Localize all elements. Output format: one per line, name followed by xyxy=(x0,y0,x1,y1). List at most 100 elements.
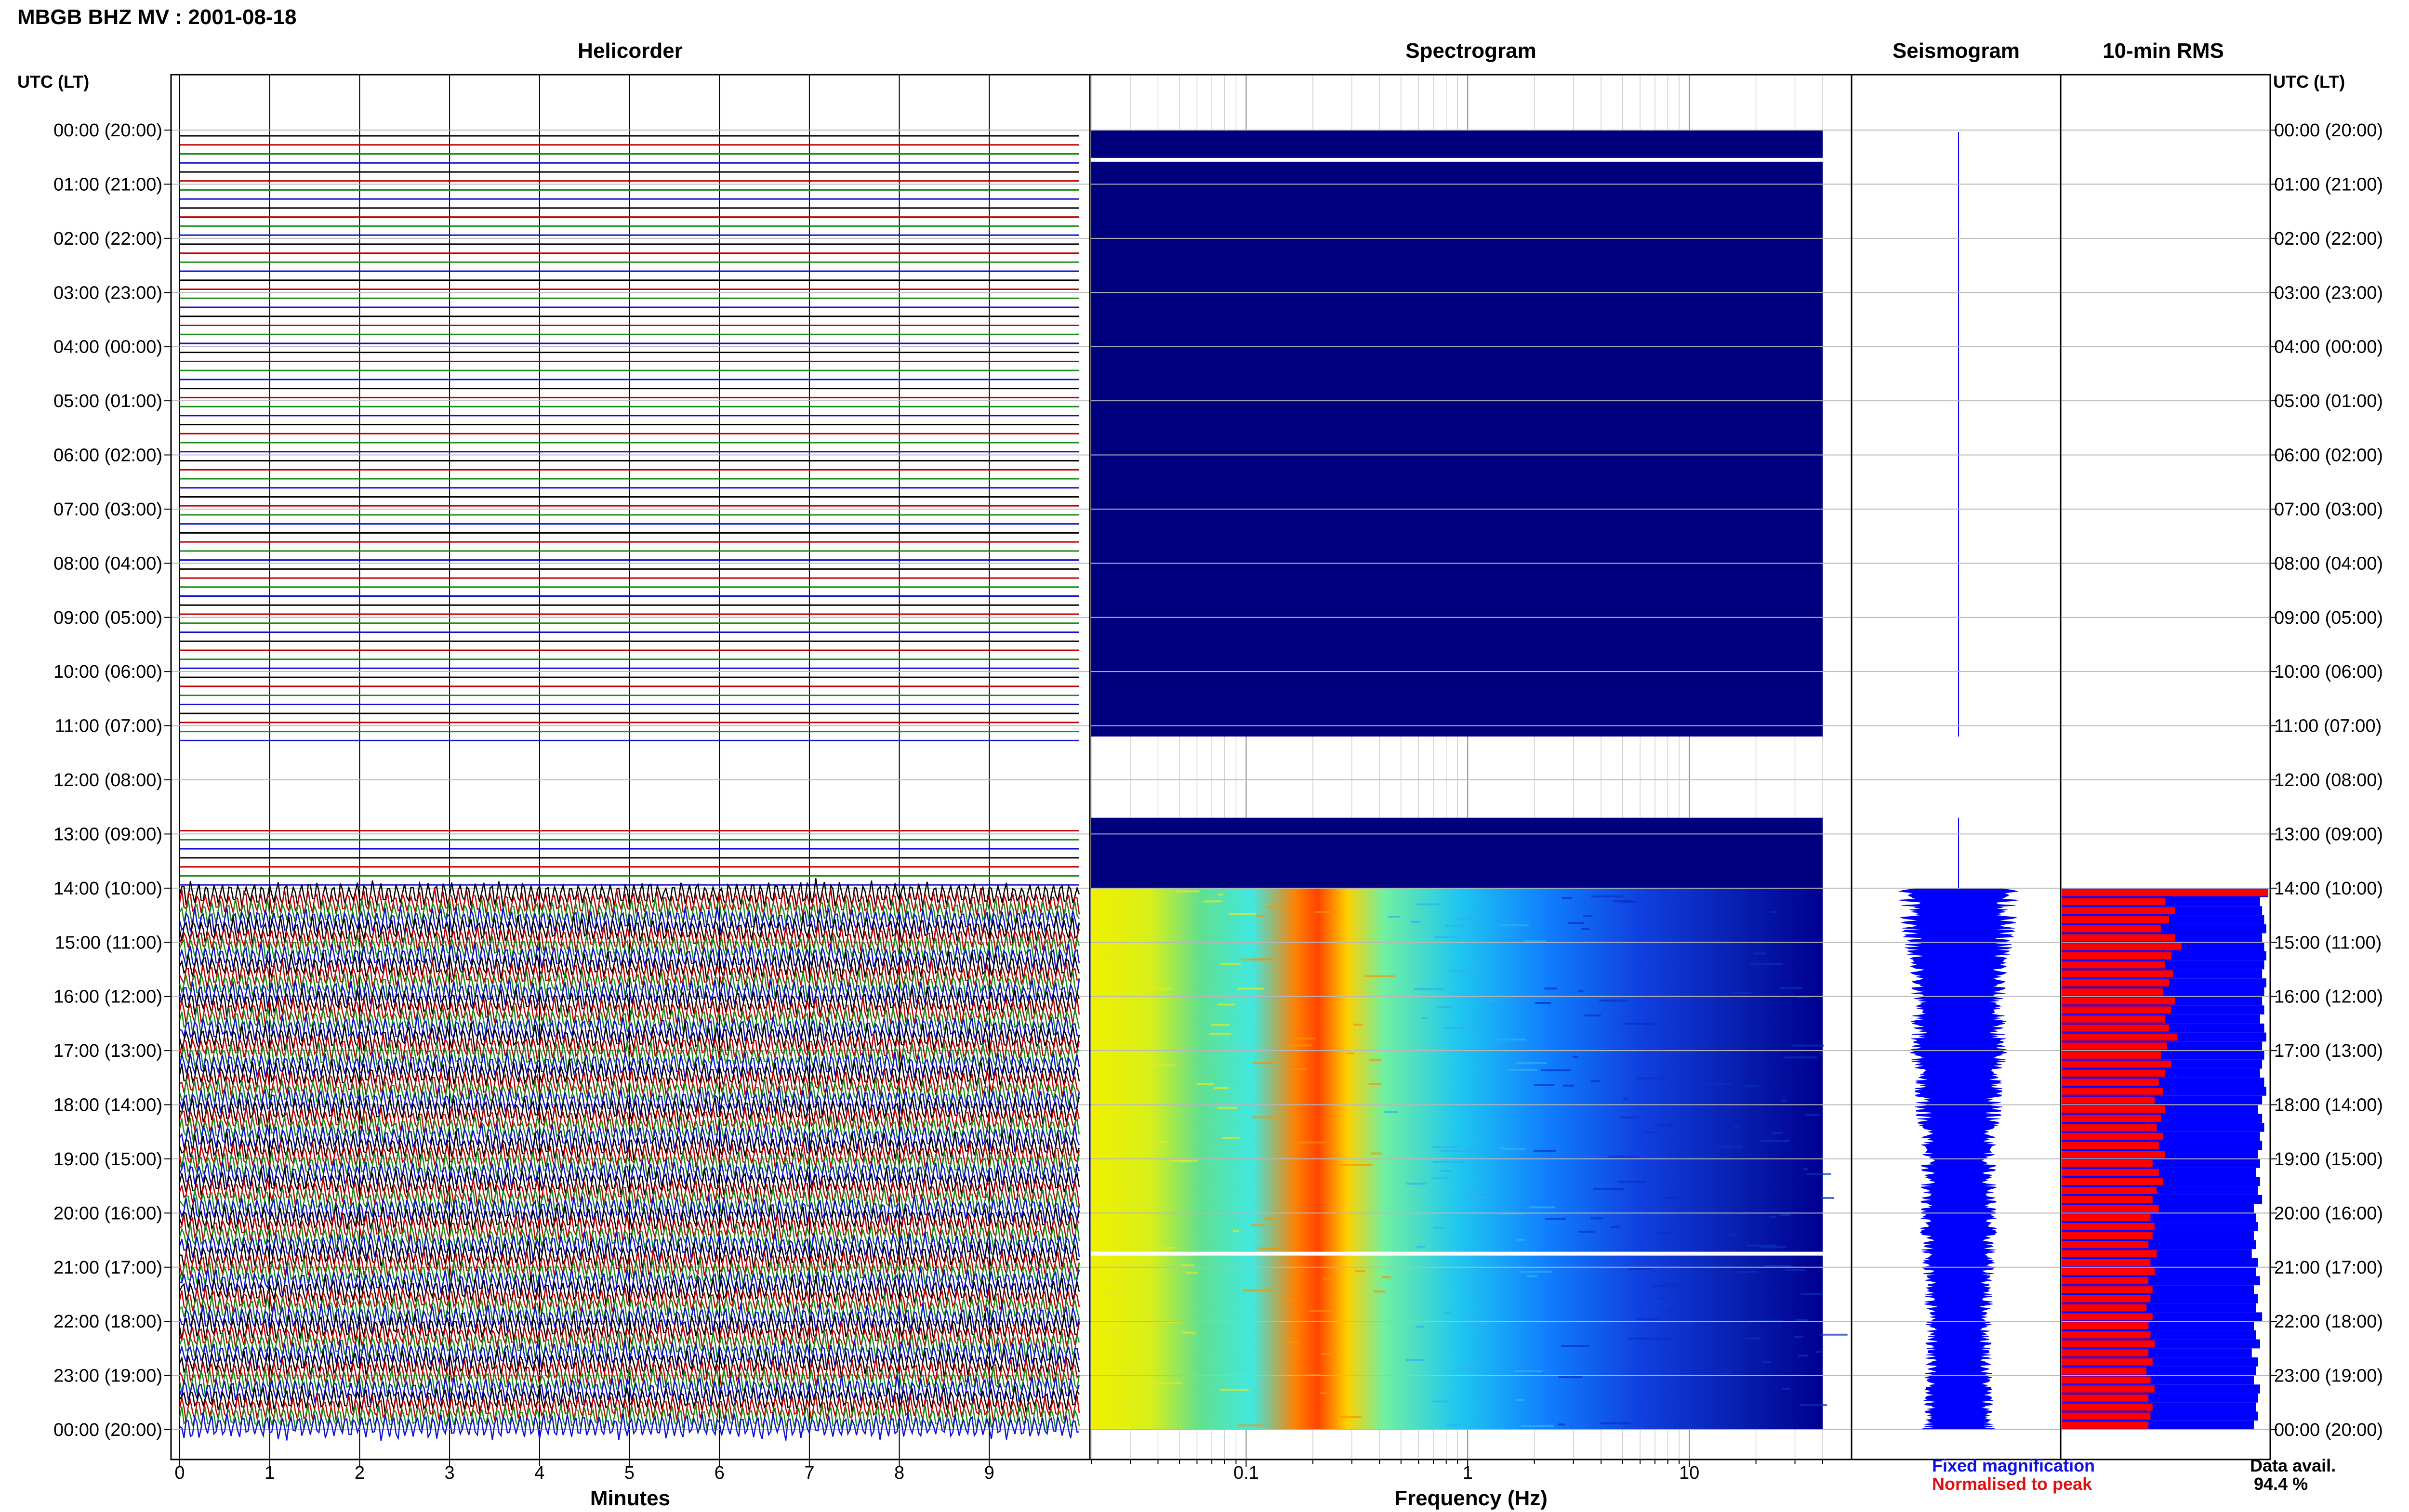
helicorder-title: Helicorder xyxy=(578,39,683,63)
spectrogram-streak xyxy=(1623,1023,1656,1025)
spectrogram-streak xyxy=(1679,1044,1707,1047)
hour-label-right: 22:00 (18:00) xyxy=(2274,1312,2383,1332)
hour-label-right: 15:00 (11:00) xyxy=(2274,933,2382,953)
seismogram-title: Seismogram xyxy=(1893,39,2020,63)
spectrogram-streak xyxy=(1229,913,1257,915)
spectrogram-missing-row xyxy=(1091,1251,1823,1256)
spectrogram-streak xyxy=(1581,928,1590,930)
rms-bar-normalised xyxy=(2062,889,2268,896)
spectrogram-streak xyxy=(1591,1080,1600,1082)
hour-label-left: 22:00 (18:00) xyxy=(53,1312,162,1332)
hour-label-left: 04:00 (00:00) xyxy=(53,337,162,357)
spectrogram-streak xyxy=(1496,1039,1526,1041)
spectrogram-streak xyxy=(1175,890,1200,893)
rms-bar-normalised xyxy=(2062,1358,2153,1366)
spectrogram-streak xyxy=(1807,1173,1831,1175)
rms-bar-normalised xyxy=(2062,1259,2151,1266)
rms-bar-normalised xyxy=(2062,1304,2146,1312)
hour-label-left: 07:00 (03:00) xyxy=(53,500,162,520)
hour-label-left: 18:00 (14:00) xyxy=(53,1095,162,1116)
rms-bar-normalised xyxy=(2062,1096,2155,1104)
spectrogram-streak xyxy=(1501,1148,1525,1150)
spectrogram-streak xyxy=(1628,1337,1659,1340)
spectrogram-streak xyxy=(1617,1181,1646,1183)
spectrogram-streak xyxy=(1433,1226,1445,1229)
spectrogram-streak xyxy=(1749,963,1783,965)
rms-bar-normalised xyxy=(2062,925,2161,933)
rms-bar-normalised xyxy=(2062,1376,2151,1384)
spectrogram-streak xyxy=(1516,1238,1525,1241)
spectrogram-nodata-block xyxy=(1091,817,1823,888)
hour-label-left: 14:00 (10:00) xyxy=(53,879,162,899)
spectrogram-streak xyxy=(1637,1318,1659,1321)
spectrogram-streak xyxy=(1514,1370,1543,1373)
hour-label-right: 20:00 (16:00) xyxy=(2274,1203,2383,1223)
spectrogram-streak xyxy=(1657,1338,1672,1340)
helicorder-x-tick-label: 8 xyxy=(894,1463,904,1483)
spectrogram-streak xyxy=(1186,1272,1198,1274)
spectrogram-streak xyxy=(1105,1174,1137,1176)
spectrogram-streak xyxy=(1463,1196,1492,1199)
rms-bar-normalised xyxy=(2062,988,2163,996)
rms-bar-normalised xyxy=(2062,1052,2161,1059)
spectrogram-streak xyxy=(1455,918,1482,920)
helicorder-x-tick-label: 1 xyxy=(265,1463,275,1483)
spectrogram-streak xyxy=(1800,1404,1827,1407)
spectrogram-streak xyxy=(1613,900,1631,902)
spectrogram-streak xyxy=(1092,987,1098,990)
hour-label-right: 21:00 (17:00) xyxy=(2274,1258,2383,1278)
utc-header-left: UTC (LT) xyxy=(17,72,89,92)
spectrogram-streak xyxy=(1353,1024,1363,1026)
rms-bar-normalised xyxy=(2062,1403,2153,1411)
spectrogram-streak xyxy=(1443,1027,1477,1029)
spectrogram-streak xyxy=(1771,1132,1783,1134)
spectrogram-streak xyxy=(1432,1177,1448,1180)
spectrogram-streak xyxy=(1203,900,1223,903)
hour-label-right: 02:00 (22:00) xyxy=(2274,229,2383,249)
spectrogram-streak xyxy=(1443,1312,1451,1314)
spectrogram-streak xyxy=(1382,1276,1391,1278)
rms-bar-normalised xyxy=(2062,1250,2157,1258)
utc-header-right: UTC (LT) xyxy=(2273,72,2345,92)
spectrogram-x-label: Frequency (Hz) xyxy=(1394,1486,1548,1510)
spectrogram-title: Spectrogram xyxy=(1405,39,1536,63)
spectrogram-streak xyxy=(1782,1387,1790,1390)
spectrogram-streak xyxy=(1668,1227,1674,1230)
spectrogram-streak xyxy=(1534,1084,1555,1086)
spectrogram-streak xyxy=(1161,987,1172,990)
spectrogram-streak xyxy=(1371,1152,1382,1155)
spectrogram-streak xyxy=(1781,1100,1787,1102)
spectrogram-streak xyxy=(1724,945,1730,947)
spectrogram-streak xyxy=(1421,1017,1428,1019)
spectrogram-streak xyxy=(1218,894,1224,896)
helicorder-x-tick-label: 0 xyxy=(174,1463,185,1483)
spectrogram-streak xyxy=(1256,915,1266,917)
rms-bar-normalised xyxy=(2062,1394,2149,1402)
spectrogram-streak xyxy=(1434,936,1461,938)
rms-bar-normalised xyxy=(2062,943,2182,950)
rms-bar-normalised xyxy=(2062,1142,2159,1149)
rms-bar-normalised xyxy=(2062,1295,2151,1302)
legend-normalised-to-peak: Normalised to peak xyxy=(1932,1474,2092,1494)
spectrogram-streak xyxy=(1211,1024,1230,1026)
spectrogram-streak xyxy=(1458,1367,1470,1370)
rms-bar-normalised xyxy=(2062,1196,2153,1203)
spectrogram-streak xyxy=(1147,1315,1155,1317)
hour-label-left: 19:00 (15:00) xyxy=(53,1149,162,1170)
helicorder-x-tick-label: 6 xyxy=(715,1463,725,1483)
spectrogram-streak xyxy=(1754,952,1766,955)
spectrogram-streak xyxy=(1746,1244,1776,1247)
spectrogram-streak xyxy=(1705,1041,1712,1044)
spectrogram-streak xyxy=(1800,1293,1823,1295)
spectrogram-streak xyxy=(1432,1146,1458,1148)
spectrogram-streak xyxy=(1103,1293,1128,1295)
rms-bar-normalised xyxy=(2062,952,2171,960)
spectrogram-streak xyxy=(1792,1044,1824,1047)
rms-bar-normalised xyxy=(2062,1060,2171,1068)
hour-label-left: 03:00 (23:00) xyxy=(53,283,162,303)
spectrogram-streak xyxy=(1628,1268,1653,1270)
spectrogram-streak xyxy=(1657,1297,1666,1300)
rms-bar-normalised xyxy=(2062,916,2170,923)
hour-label-right: 11:00 (07:00) xyxy=(2274,716,2382,736)
spectrogram-streak xyxy=(1540,1069,1571,1072)
